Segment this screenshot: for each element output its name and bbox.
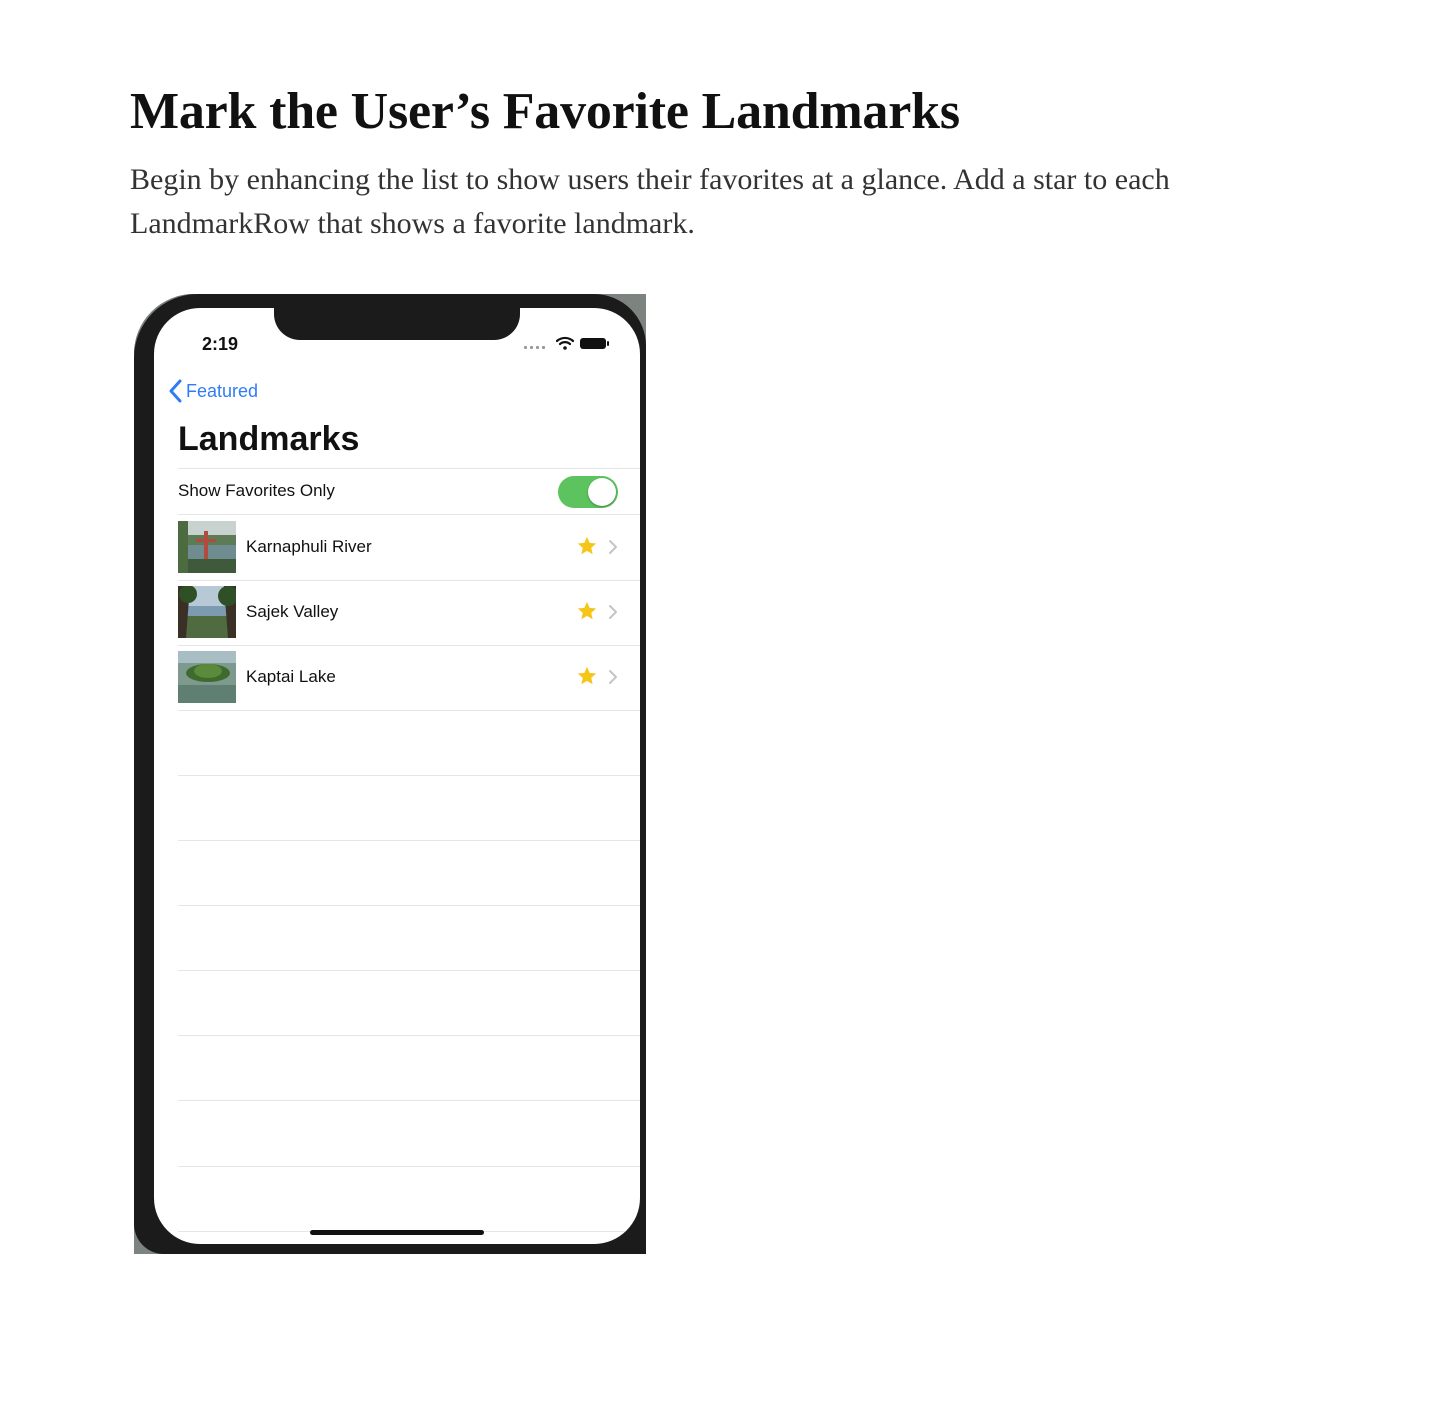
- nav-title: Landmarks: [178, 420, 360, 458]
- landmark-name: Karnaphuli River: [246, 537, 372, 556]
- chevron-right-icon: [609, 670, 617, 684]
- battery-icon: [580, 338, 609, 349]
- landmark-thumbnail: [178, 651, 236, 703]
- empty-row-divider: [178, 840, 640, 841]
- page-title: Mark the User’s Favorite Landmarks: [130, 83, 960, 140]
- chevron-left-icon: [169, 379, 182, 403]
- landmark-row[interactable]: Sajek Valley: [178, 580, 640, 645]
- toggle-label: Show Favorites Only: [178, 481, 335, 500]
- signal-icon: [524, 346, 546, 349]
- toggle-knob: [588, 478, 616, 506]
- empty-row-divider: [178, 1035, 640, 1036]
- landmark-name: Kaptai Lake: [246, 667, 336, 686]
- phone-bezel: 2:19 Featured Landmarks Show Favorites O…: [134, 294, 646, 1254]
- phone-notch: [274, 308, 520, 340]
- landmark-row[interactable]: Kaptai Lake: [178, 645, 640, 710]
- intro-paragraph: Begin by enhancing the list to show user…: [130, 163, 1170, 240]
- phone-screen: 2:19 Featured Landmarks Show Favorites O…: [154, 308, 640, 1244]
- home-indicator[interactable]: [310, 1230, 484, 1235]
- empty-row-divider: [178, 1100, 640, 1101]
- status-icons: [524, 336, 616, 352]
- landmark-name: Sajek Valley: [246, 602, 339, 621]
- empty-row-divider: [178, 1166, 640, 1167]
- back-button[interactable]: Featured: [168, 378, 258, 404]
- empty-row-divider: [178, 905, 640, 906]
- back-label: Featured: [186, 380, 259, 401]
- chevron-right-icon: [609, 540, 617, 554]
- star-icon: [577, 666, 597, 685]
- phone-screenshot: 2:19 Featured Landmarks Show Favorites O…: [134, 294, 646, 1254]
- divider: [178, 710, 640, 711]
- star-icon: [577, 536, 597, 555]
- landmark-thumbnail: [178, 521, 236, 573]
- chevron-right-icon: [609, 605, 617, 619]
- favorites-toggle[interactable]: [558, 476, 618, 508]
- landmark-thumbnail: [178, 586, 236, 638]
- status-time: 2:19: [202, 334, 239, 354]
- star-icon: [577, 601, 597, 620]
- empty-row-divider: [178, 775, 640, 776]
- landmark-row[interactable]: Karnaphuli River: [178, 515, 640, 580]
- wifi-icon: [556, 336, 574, 350]
- favorites-toggle-row: Show Favorites Only: [178, 469, 640, 514]
- empty-row-divider: [178, 970, 640, 971]
